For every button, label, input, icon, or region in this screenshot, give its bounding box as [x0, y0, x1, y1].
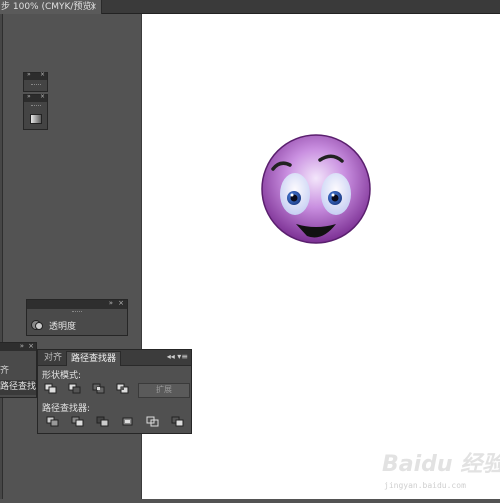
mini-panel-2[interactable]: » ×: [23, 93, 48, 130]
side-panel[interactable]: » × 齐 路径查找器: [0, 342, 37, 398]
document-tab-title: 步 100% (CMYK/预览): [1, 2, 95, 12]
close-icon[interactable]: ×: [40, 71, 45, 78]
left-dock: [0, 14, 3, 499]
pathfinders-label: 路径查找器:: [42, 404, 91, 414]
trim-icon[interactable]: [71, 416, 84, 427]
transparency-icon: [31, 320, 43, 330]
intersect-icon[interactable]: [92, 383, 105, 394]
expand-button[interactable]: 扩展: [138, 383, 190, 398]
outline-icon[interactable]: [146, 416, 159, 427]
grip-icon[interactable]: [72, 311, 82, 314]
tab-align[interactable]: 对齐: [40, 351, 66, 365]
watermark-url: jingyan.baidu.com: [384, 481, 466, 490]
crop-icon[interactable]: [121, 416, 134, 427]
close-icon[interactable]: ×: [118, 299, 124, 307]
merge-icon[interactable]: [96, 416, 109, 427]
exclude-icon[interactable]: [116, 383, 129, 394]
transparency-panel[interactable]: » × 透明度: [26, 299, 128, 336]
divide-icon[interactable]: [46, 416, 59, 427]
side-panel-item-pathfinder[interactable]: 路径查找器: [0, 380, 36, 395]
collapse-icon[interactable]: »: [27, 71, 31, 78]
panel-menu-icon[interactable]: ◂◂ ▾≡: [167, 352, 188, 361]
transparency-row[interactable]: 透明度: [31, 318, 76, 332]
grip-icon[interactable]: [31, 105, 41, 108]
close-icon[interactable]: ×: [40, 93, 45, 100]
minus-front-icon[interactable]: [68, 383, 81, 394]
minus-back-icon[interactable]: [171, 416, 184, 427]
collapse-icon[interactable]: »: [109, 299, 113, 307]
shape-modes-label: 形状模式:: [42, 371, 82, 381]
artboard-canvas[interactable]: [141, 14, 500, 499]
close-icon[interactable]: ×: [28, 342, 34, 350]
gradient-icon[interactable]: [30, 114, 42, 124]
collapse-icon[interactable]: »: [27, 93, 31, 100]
grip-icon[interactable]: [31, 84, 41, 87]
close-icon[interactable]: ×: [89, 0, 97, 14]
tab-pathfinder[interactable]: 路径查找器: [66, 351, 122, 366]
watermark-logo: Baidu 经验: [382, 452, 500, 477]
pathfinder-panel[interactable]: 对齐 路径查找器 ◂◂ ▾≡ 形状模式: 扩展 路径查找器:: [37, 349, 192, 434]
side-panel-item-align[interactable]: 齐: [0, 363, 9, 376]
smiley-face: [261, 134, 371, 244]
smiley-artwork[interactable]: [142, 14, 500, 499]
unite-icon[interactable]: [44, 383, 57, 394]
pathfinder-tabs: 对齐 路径查找器 ◂◂ ▾≡: [38, 350, 191, 366]
mini-panel-1[interactable]: » ×: [23, 71, 48, 92]
transparency-label: 透明度: [49, 321, 77, 332]
collapse-icon[interactable]: »: [20, 342, 24, 350]
document-tab[interactable]: 步 100% (CMYK/预览) ×: [0, 0, 102, 14]
